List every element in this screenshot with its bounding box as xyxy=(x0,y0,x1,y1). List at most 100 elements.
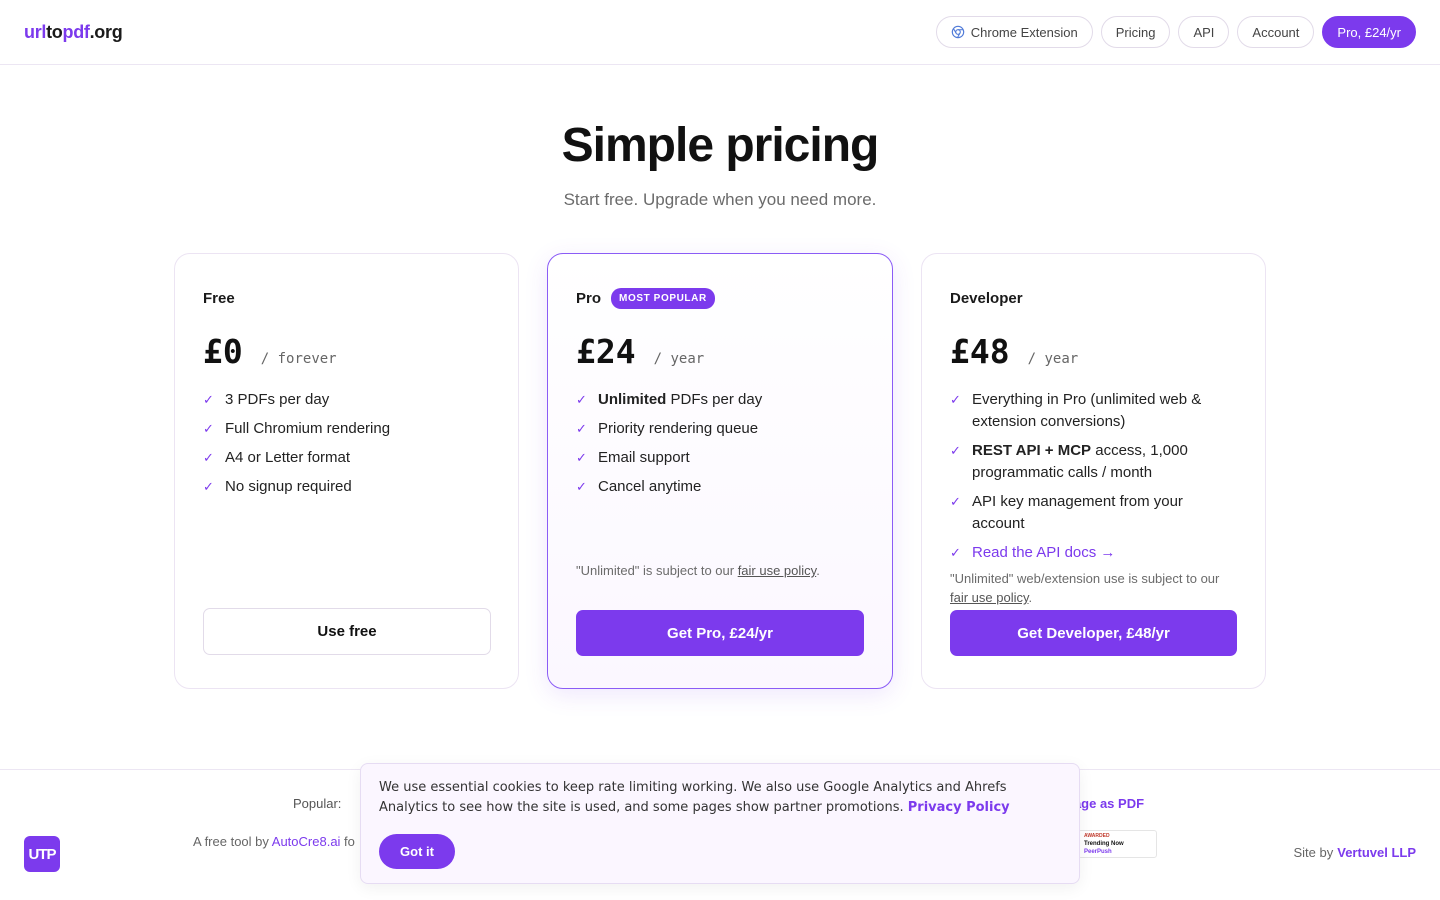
plan-name: Developer xyxy=(950,289,1023,307)
feature-rest: PDFs per day xyxy=(666,391,763,408)
fair-use-note: "Unlimited" web/extension use is subject… xyxy=(950,569,1238,607)
credit-prefix: A free tool by xyxy=(193,834,272,849)
plan-name: Free xyxy=(203,289,235,307)
feature-item: ✓ A4 or Letter format xyxy=(203,447,490,469)
feature-text: 3 PDFs per day xyxy=(225,391,330,408)
nav-pro-button[interactable]: Pro, £24/yr xyxy=(1322,16,1416,48)
check-icon: ✓ xyxy=(576,421,587,436)
autocre8-link[interactable]: AutoCre8.ai xyxy=(272,834,341,849)
price-row: £0 / forever xyxy=(203,332,490,371)
site-logo[interactable]: urltopdf.org xyxy=(24,21,123,43)
feature-item: ✓ Priority rendering queue xyxy=(576,418,864,440)
privacy-policy-link[interactable]: Privacy Policy xyxy=(908,800,1010,815)
logo-part-url: url xyxy=(24,21,47,42)
plan-period: / forever xyxy=(260,351,337,367)
plan-price: £24 xyxy=(576,332,636,371)
logo-part-org: .org xyxy=(89,21,123,42)
nav-chrome-extension-label: Chrome Extension xyxy=(970,24,1078,40)
check-icon: ✓ xyxy=(203,450,214,465)
check-icon: ✓ xyxy=(950,392,961,407)
feature-item: ✓ Email support xyxy=(576,447,864,469)
award-line: Trending Now xyxy=(1084,841,1124,847)
feature-list: ✓ Everything in Pro (unlimited web & exte… xyxy=(950,389,1237,564)
siteby-label: Site by xyxy=(1293,845,1334,860)
site-header: urltopdf.org Chrome Extension Pricing AP… xyxy=(0,0,1440,65)
price-row: £24 / year xyxy=(576,332,864,371)
nav-account[interactable]: Account xyxy=(1237,16,1315,48)
feature-list: ✓ 3 PDFs per day ✓ Full Chromium rendering… xyxy=(203,389,490,498)
logo-part-to: to xyxy=(46,21,63,42)
feature-item: ✓ Everything in Pro (unlimited web & exte… xyxy=(950,389,1237,433)
plan-name: Pro MOST POPULAR xyxy=(576,287,864,309)
nav-chrome-extension[interactable]: Chrome Extension xyxy=(935,16,1093,48)
plan-period: / year xyxy=(653,351,705,367)
feature-item: ✓ Read the API docs → xyxy=(950,542,1237,564)
read-api-docs-link[interactable]: Read the API docs → xyxy=(972,542,1115,564)
site-by: Site by Vertuvel LLP xyxy=(1294,845,1417,860)
vertuvel-link[interactable]: Vertuvel LLP xyxy=(1337,845,1416,860)
award-line: AWARDED xyxy=(1084,833,1110,839)
feature-item: ✓ API key management from your account xyxy=(950,491,1237,535)
feature-list: ✓ Unlimited PDFs per day ✓ Priority render… xyxy=(576,389,864,498)
nav-api[interactable]: API xyxy=(1178,16,1230,48)
check-icon: ✓ xyxy=(576,479,587,494)
fineprint-end: . xyxy=(816,563,820,578)
feature-text: REST API + MCP access, 1,000 programmati… xyxy=(972,440,1237,484)
feature-text: Email support xyxy=(598,449,690,466)
feature-text: Full Chromium rendering xyxy=(225,420,391,437)
feature-item: ✓ No signup required xyxy=(203,476,490,498)
check-icon: ✓ xyxy=(203,392,214,407)
check-icon: ✓ xyxy=(576,392,587,407)
feature-item: ✓ 3 PDFs per day xyxy=(203,389,490,411)
cookie-text: We use essential cookies to keep rate li… xyxy=(379,778,1061,818)
fair-use-note: "Unlimited" is subject to our fair use p… xyxy=(576,561,820,580)
plan-card-pro: Pro MOST POPULAR £24 / year ✓ Unlimited P… xyxy=(547,253,893,689)
fineprint-end: . xyxy=(1028,590,1033,605)
fineprint-text: "Unlimited" web/extension use is subject… xyxy=(950,571,1220,586)
plan-price: £0 xyxy=(203,332,243,371)
feature-text: Everything in Pro (unlimited web & exten… xyxy=(972,391,1202,430)
feature-bold: REST API + MCP xyxy=(972,442,1092,459)
cookie-accept-button[interactable]: Got it xyxy=(379,834,455,869)
nav-pricing[interactable]: Pricing xyxy=(1100,16,1171,48)
feature-text: API key management from your account xyxy=(972,493,1183,532)
footer-credit: A free tool by AutoCre8.ai fo xyxy=(193,834,355,849)
check-icon: ✓ xyxy=(203,479,214,494)
peerpush-award-badge[interactable]: AWARDED Trending Now PeerPush xyxy=(1078,830,1157,858)
popular-label: Popular: xyxy=(293,796,342,811)
check-icon: ✓ xyxy=(576,450,587,465)
top-nav: Chrome Extension Pricing API Account Pro… xyxy=(935,16,1416,48)
award-line: PeerPush xyxy=(1084,849,1112,855)
page-subtitle: Start free. Upgrade when you need more. xyxy=(563,190,877,209)
credit-suffix: fo xyxy=(340,834,355,849)
use-free-button[interactable]: Use free xyxy=(203,608,491,655)
plan-card-developer: Developer £48 / year ✓ Everything in Pro … xyxy=(921,253,1266,689)
feature-bold: Unlimited xyxy=(598,391,667,408)
feature-item: ✓ Unlimited PDFs per day xyxy=(576,389,864,411)
fair-use-policy-link[interactable]: fair use policy xyxy=(950,590,1029,605)
fineprint-text: "Unlimited" is subject to our xyxy=(576,563,738,578)
check-icon: ✓ xyxy=(950,494,961,509)
check-icon: ✓ xyxy=(950,545,961,560)
get-developer-button[interactable]: Get Developer, £48/yr xyxy=(950,610,1237,656)
logo-part-pdf: pdf xyxy=(62,21,90,42)
feature-text: No signup required xyxy=(225,478,352,495)
cookie-banner: We use essential cookies to keep rate li… xyxy=(360,763,1080,884)
plan-price: £48 xyxy=(950,332,1010,371)
feature-item: ✓ Full Chromium rendering xyxy=(203,418,490,440)
feature-text: Cancel anytime xyxy=(598,478,702,495)
fair-use-policy-link[interactable]: fair use policy xyxy=(738,563,817,578)
feature-item: ✓ Cancel anytime xyxy=(576,476,864,498)
check-icon: ✓ xyxy=(203,421,214,436)
feature-item: ✓ REST API + MCP access, 1,000 programmat… xyxy=(950,440,1237,484)
plan-period: / year xyxy=(1027,351,1079,367)
plan-name-text: Pro xyxy=(576,289,602,307)
plan-card-free: Free £0 / forever ✓ 3 PDFs per day ✓ Full … xyxy=(174,253,519,689)
price-row: £48 / year xyxy=(950,332,1237,371)
check-icon: ✓ xyxy=(950,443,961,458)
feature-text: A4 or Letter format xyxy=(225,449,351,466)
feature-text: Priority rendering queue xyxy=(598,420,759,437)
footer-logo[interactable]: UTP xyxy=(24,836,60,872)
get-pro-button[interactable]: Get Pro, £24/yr xyxy=(576,610,864,656)
feature-text: Unlimited PDFs per day xyxy=(598,389,762,411)
